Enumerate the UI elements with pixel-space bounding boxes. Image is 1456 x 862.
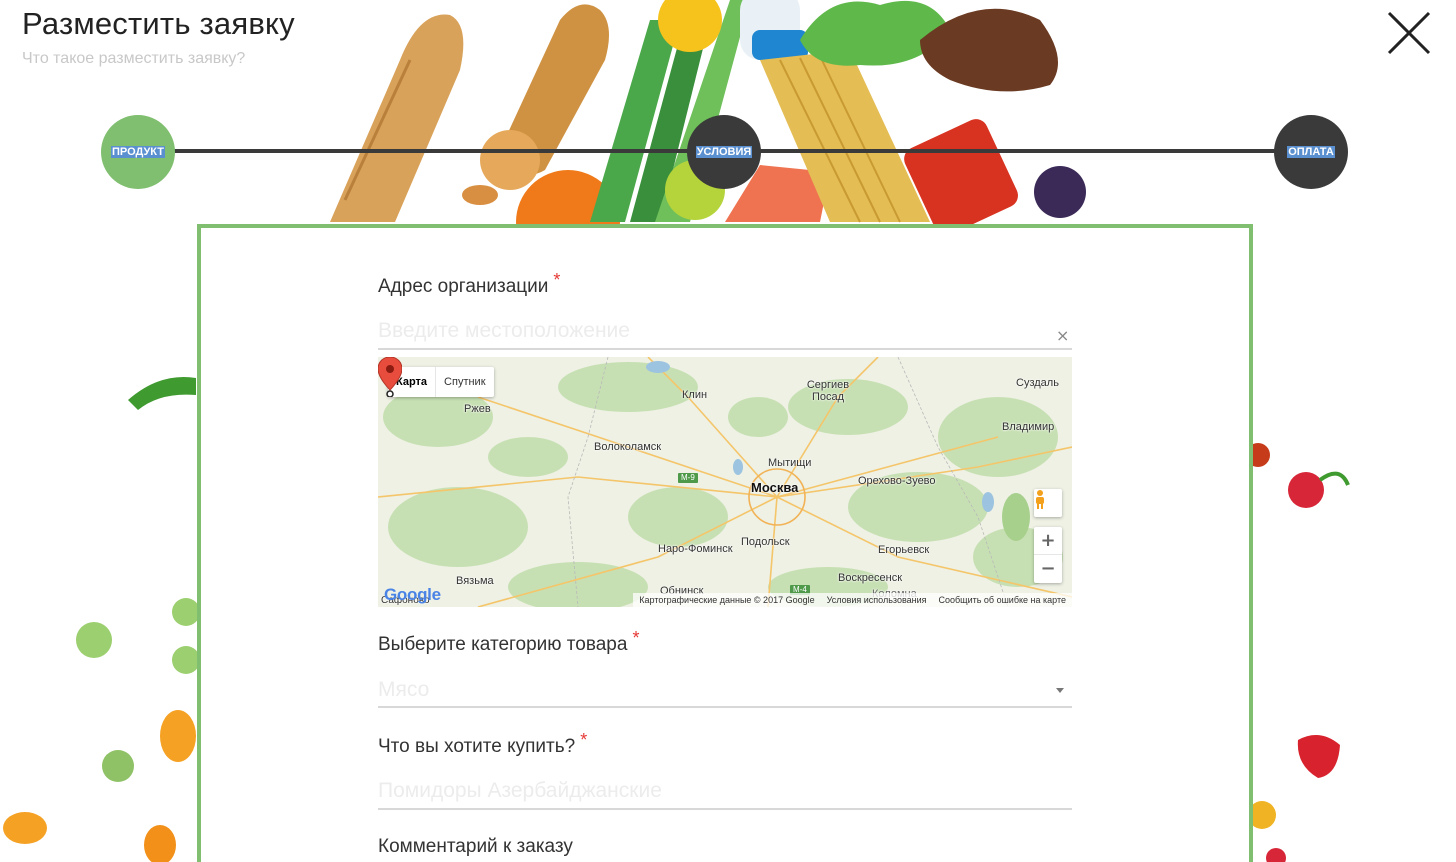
road-badge: M-9: [678, 473, 698, 483]
product-label: Что вы хотите купить? *: [378, 730, 587, 758]
google-logo-text: Google: [384, 585, 441, 604]
close-icon[interactable]: [1386, 10, 1432, 56]
map-city-label: Волоколамск: [594, 441, 662, 453]
map-city-label: Орехово-Зуево: [858, 475, 936, 487]
product-input[interactable]: [378, 774, 1072, 810]
clear-address-icon[interactable]: ×: [1056, 326, 1069, 345]
product-label-text: Что вы хотите купить?: [378, 736, 576, 757]
what-is-request-link[interactable]: Что такое разместить заявку?: [22, 50, 245, 68]
map-terms-link[interactable]: Условия использования: [827, 593, 927, 607]
map-type-control: Карта Спутник: [388, 367, 494, 397]
map-city-label: Ржев: [464, 403, 491, 415]
map-city-label: Москва: [751, 480, 799, 495]
category-label-text: Выберите категорию товара: [378, 634, 628, 655]
map-city-label: Наро-Фоминск: [658, 543, 733, 555]
step-product[interactable]: ПРОДУКТ: [101, 115, 175, 189]
step-payment-label: ОПЛАТА: [1287, 146, 1335, 158]
zoom-in-button[interactable]: +: [1034, 527, 1062, 555]
map-report-link[interactable]: Сообщить об ошибке на карте: [939, 593, 1066, 607]
step-product-label: ПРОДУКТ: [110, 146, 166, 158]
map-city-label: Суздаль: [1016, 377, 1059, 389]
map-widget[interactable]: Карта Спутник Клин Сергиев Посад Суздаль…: [378, 357, 1072, 607]
map-city-label: Сергиев Посад: [806, 379, 850, 403]
map-city-label: Егорьевск: [878, 544, 930, 556]
required-asterisk: *: [580, 730, 588, 750]
pegman-icon[interactable]: [1034, 489, 1062, 517]
chevron-down-icon[interactable]: [1056, 688, 1064, 693]
map-city-label: Вязьма: [456, 575, 494, 587]
map-city-label: Владимир: [1002, 421, 1055, 433]
map-city-label: Мытищи: [768, 457, 812, 469]
required-asterisk: *: [553, 270, 561, 290]
page-title: Разместить заявку: [22, 6, 295, 41]
map-city-label: Подольск: [741, 536, 790, 548]
map-type-satellite-button[interactable]: Спутник: [436, 367, 493, 397]
category-label: Выберите категорию товара *: [378, 628, 639, 656]
map-marker-icon[interactable]: [378, 357, 402, 397]
comment-label: Комментарий к заказу: [378, 836, 573, 858]
address-label: Адрес организации *: [378, 270, 560, 298]
step-conditions[interactable]: УСЛОВИЯ: [687, 115, 761, 189]
step-payment[interactable]: ОПЛАТА: [1274, 115, 1348, 189]
google-logo: Google: [384, 585, 441, 605]
comment-label-text: Комментарий к заказу: [378, 836, 573, 857]
map-city-label: Клин: [682, 389, 708, 401]
map-footer: Картографические данные © 2017 Google Ус…: [633, 593, 1072, 607]
progress-stepper: ПРОДУКТ УСЛОВИЯ ОПЛАТА: [0, 112, 1456, 192]
zoom-control: + −: [1034, 527, 1062, 583]
address-input[interactable]: [378, 314, 1072, 350]
category-select-underline: [378, 706, 1072, 708]
required-asterisk: *: [632, 628, 640, 648]
step-conditions-label: УСЛОВИЯ: [695, 146, 753, 158]
category-select[interactable]: Мясо: [378, 678, 429, 702]
map-city-label: Воскресенск: [838, 572, 903, 584]
address-label-text: Адрес организации: [378, 276, 549, 297]
zoom-out-button[interactable]: −: [1034, 555, 1062, 583]
map-data-attribution: Картографические данные © 2017 Google: [639, 595, 815, 605]
